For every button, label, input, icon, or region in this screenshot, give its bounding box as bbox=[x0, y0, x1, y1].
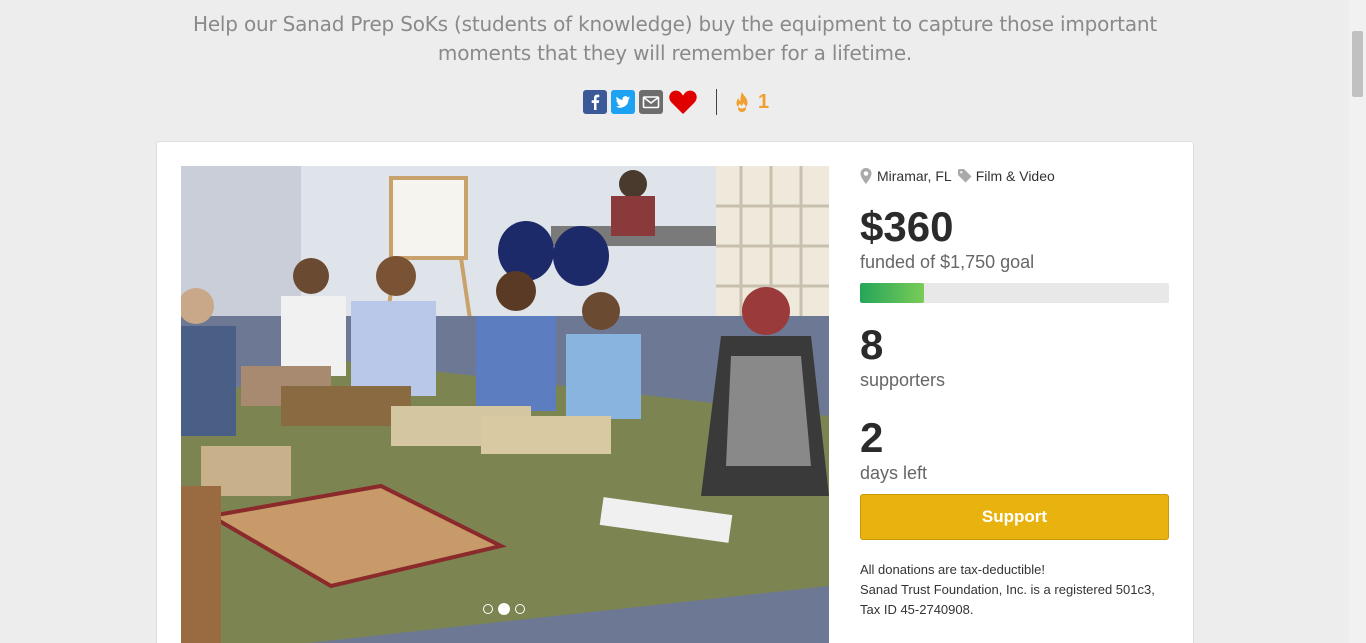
carousel-dot-3[interactable] bbox=[515, 604, 525, 614]
days-left-count: 2 bbox=[860, 414, 884, 461]
favorite-button[interactable] bbox=[668, 89, 698, 115]
carousel-dots bbox=[483, 603, 530, 615]
page-scrollbar[interactable] bbox=[1349, 0, 1366, 643]
campaign-tagline: Help our Sanad Prep SoKs (students of kn… bbox=[192, 12, 1158, 65]
fire-count: 1 bbox=[758, 90, 770, 113]
funded-goal-text: funded of $1,750 goal bbox=[860, 252, 1035, 272]
share-divider bbox=[716, 89, 717, 115]
twitter-share-button[interactable] bbox=[611, 90, 635, 114]
campaign-category[interactable]: Film & Video bbox=[976, 168, 1055, 184]
funding-progress-fill bbox=[860, 283, 924, 303]
campaign-sidebar: Miramar, FL Film & Video $360 funded of … bbox=[860, 166, 1170, 620]
location-pin-icon bbox=[860, 168, 872, 184]
tax-id-note: Sanad Trust Foundation, Inc. is a regist… bbox=[860, 582, 1155, 617]
funding-progress-bar bbox=[860, 283, 1169, 303]
share-row: 1 bbox=[583, 87, 769, 117]
supporters-label: supporters bbox=[860, 370, 946, 390]
facebook-share-button[interactable] bbox=[583, 90, 607, 114]
fire-icon bbox=[736, 92, 748, 112]
carousel-dot-1[interactable] bbox=[483, 604, 493, 614]
campaign-meta: Miramar, FL Film & Video bbox=[860, 166, 1170, 186]
support-button[interactable]: Support bbox=[860, 494, 1169, 540]
tag-icon bbox=[957, 169, 972, 183]
campaign-photo-carousel[interactable] bbox=[181, 166, 829, 643]
scrollbar-thumb[interactable] bbox=[1352, 31, 1363, 97]
supporters-count: 8 bbox=[860, 321, 884, 368]
heart-icon bbox=[669, 90, 697, 114]
campaign-photo bbox=[181, 166, 829, 643]
email-share-button[interactable] bbox=[639, 90, 663, 114]
campaign-location[interactable]: Miramar, FL bbox=[877, 168, 952, 184]
tax-deductible-note: All donations are tax-deductible! bbox=[860, 562, 1046, 577]
days-left-label: days left bbox=[860, 463, 928, 483]
funded-amount: $360 bbox=[860, 203, 954, 250]
email-icon bbox=[642, 96, 660, 109]
fire-counter[interactable]: 1 bbox=[732, 91, 769, 114]
facebook-icon bbox=[591, 94, 600, 110]
campaign-card: Miramar, FL Film & Video $360 funded of … bbox=[156, 141, 1194, 643]
twitter-icon bbox=[615, 96, 630, 108]
carousel-dot-2[interactable] bbox=[498, 603, 510, 615]
